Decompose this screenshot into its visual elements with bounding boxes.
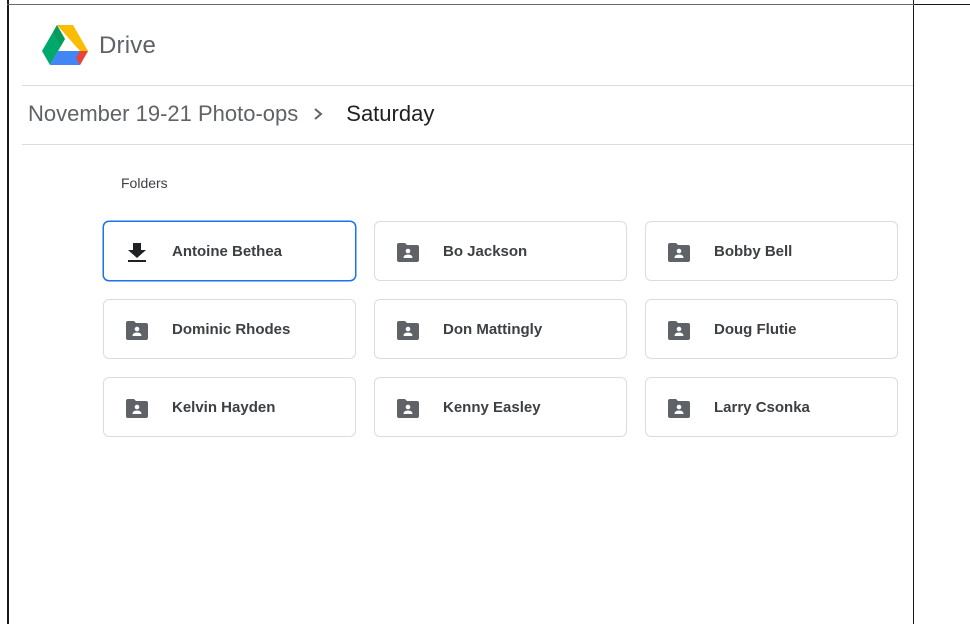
shared-folder-icon	[668, 399, 690, 418]
folder-name: Larry Csonka	[714, 399, 810, 416]
folder-name: Kelvin Hayden	[172, 399, 276, 416]
folder-grid: Antoine Bethea Bo Jackson Bobby Bell Dom…	[103, 221, 898, 437]
breadcrumb-parent-link[interactable]: November 19-21 Photo-ops	[28, 101, 298, 127]
folder-name: Antoine Bethea	[172, 243, 283, 260]
folder-name: Bo Jackson	[443, 243, 528, 260]
folder-tile[interactable]: Kenny Easley	[374, 377, 627, 437]
shared-folder-icon	[126, 321, 148, 340]
folder-tile[interactable]: Dominic Rhodes	[103, 299, 356, 359]
breadcrumb: November 19-21 Photo-ops Saturday	[28, 99, 434, 129]
shared-folder-icon	[668, 321, 690, 340]
folder-tile[interactable]: Antoine Bethea	[103, 221, 356, 281]
window-edge-right	[913, 0, 914, 624]
folder-name: Dominic Rhodes	[172, 321, 291, 338]
app-header: Drive	[22, 5, 913, 85]
folder-tile[interactable]: Larry Csonka	[645, 377, 898, 437]
breadcrumb-current: Saturday	[346, 101, 435, 126]
section-title-folders: Folders	[121, 175, 168, 191]
folder-name: Don Mattingly	[443, 321, 543, 338]
header-divider	[22, 85, 913, 86]
folder-tile[interactable]: Bo Jackson	[374, 221, 627, 281]
shared-folder-icon	[397, 321, 419, 340]
shared-folder-icon	[397, 399, 419, 418]
window-edge-top-right	[914, 4, 970, 5]
download-icon	[128, 243, 146, 262]
folder-tile[interactable]: Don Mattingly	[374, 299, 627, 359]
folder-tile[interactable]: Bobby Bell	[645, 221, 898, 281]
window-edge-left	[7, 0, 9, 624]
folder-tile[interactable]: Doug Flutie	[645, 299, 898, 359]
folder-name: Bobby Bell	[714, 243, 793, 260]
shared-folder-icon	[126, 399, 148, 418]
breadcrumb-divider	[22, 144, 913, 145]
folder-name: Kenny Easley	[443, 399, 541, 416]
shared-folder-icon	[397, 243, 419, 262]
product-name[interactable]: Drive	[99, 32, 156, 60]
drive-logo-icon[interactable]	[42, 25, 88, 67]
folder-tile[interactable]: Kelvin Hayden	[103, 377, 356, 437]
folder-name: Doug Flutie	[714, 321, 797, 338]
chevron-right-icon	[314, 108, 323, 120]
shared-folder-icon	[668, 243, 690, 262]
page-frame: Drive November 19-21 Photo-ops Saturday …	[0, 0, 970, 624]
